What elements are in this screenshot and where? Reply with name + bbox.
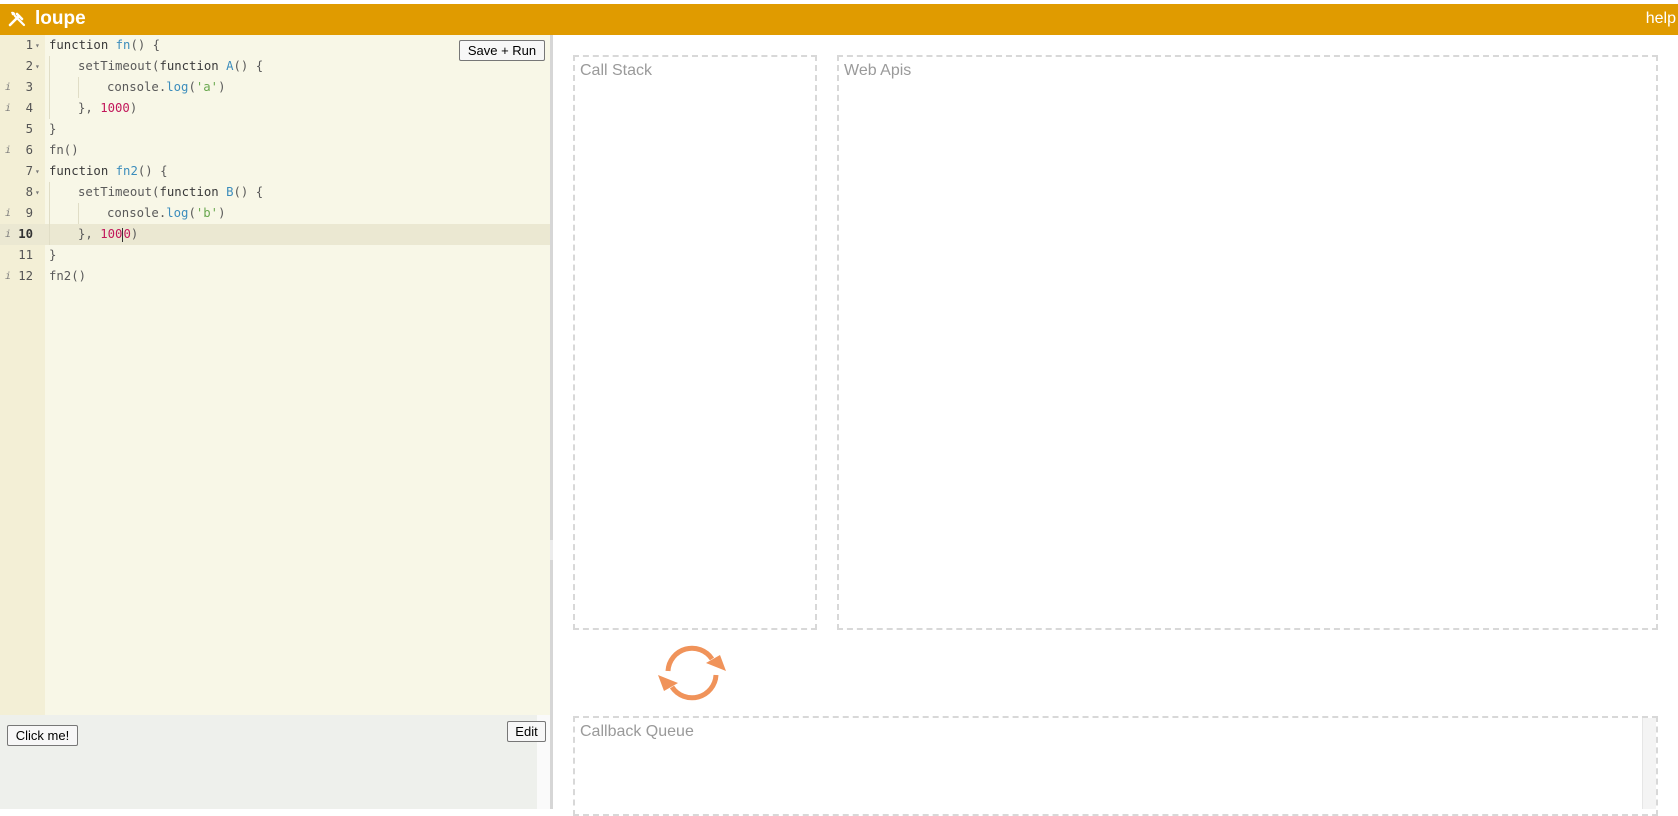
save-run-button[interactable]: Save + Run [459,40,545,61]
code-line[interactable]: 5 } [0,119,550,140]
code-line[interactable]: i 6 fn() [0,140,550,161]
web-apis-panel: Web Apis [837,55,1658,630]
web-apis-title: Web Apis [844,62,912,79]
pane-divider-handle[interactable] [550,540,553,560]
code-line[interactable]: i 4 }, 1000) [0,98,550,119]
code-text: function fn() { [49,38,161,52]
line-number: 5 [25,122,33,136]
code-line[interactable]: 7 ▾ function fn2() { [0,161,550,182]
app-header: loupe help [0,4,1678,35]
code-text: setTimeout(function B() { [78,185,264,199]
click-me-button[interactable]: Click me! [7,725,78,746]
code-line[interactable]: i 12 fn2() [0,266,550,287]
app-logo[interactable]: loupe [8,7,86,31]
line-number: 4 [25,101,33,115]
edit-button[interactable]: Edit [507,721,546,742]
code-text: console.log('b') [107,206,226,220]
indent-guide [49,182,50,203]
line-number: 3 [25,80,33,94]
indent-guide [78,77,79,98]
callback-queue-title: Callback Queue [580,723,694,740]
code-text: setTimeout(function A() { [78,59,264,73]
code-text: fn2() [49,269,87,283]
line-number: 11 [18,248,33,262]
fold-arrow-icon[interactable]: ▾ [35,56,40,77]
call-stack-title: Call Stack [580,62,653,79]
indent-guide [49,98,50,119]
code-text: function fn2() { [49,164,168,178]
indent-guide [49,203,50,224]
line-number: 8 [25,185,33,199]
code-text: }, 1000) [78,227,139,242]
callback-queue-scrollbar[interactable] [1642,718,1656,809]
code-text: fn() [49,143,79,157]
code-line[interactable]: i 9 console.log('b') [0,203,550,224]
line-number: 12 [18,269,33,283]
indent-guide [49,224,50,245]
header-underline [1604,33,1678,35]
line-number: 2 [25,59,33,73]
tools-icon [8,11,26,27]
html-output-pane: Click me! [0,715,538,809]
pane-divider[interactable] [550,35,553,809]
line-number: 6 [25,143,33,157]
fold-arrow-icon[interactable]: ▾ [35,35,40,56]
help-link[interactable]: help [1646,10,1676,28]
code-line[interactable]: 8 ▾ setTimeout(function B() { [0,182,550,203]
code-line[interactable]: i 3 console.log('a') [0,77,550,98]
code-text: console.log('a') [107,80,226,94]
code-text: } [49,122,57,136]
line-number: 10 [18,227,33,241]
refresh-icon [658,645,726,701]
app-name: loupe [35,8,86,29]
fold-arrow-icon[interactable]: ▾ [35,182,40,203]
code-line-active[interactable]: i 10 }, 1000) [0,224,550,245]
code-editor[interactable]: 1 ▾ function fn() { 2 ▾ setTimeout(funct… [0,35,550,715]
callback-queue-panel: Callback Queue [573,716,1658,816]
code-text: } [49,248,57,262]
fold-arrow-icon[interactable]: ▾ [35,161,40,182]
line-number: 9 [25,206,33,220]
call-stack-panel: Call Stack [573,55,817,630]
indent-guide [78,203,79,224]
line-number: 7 [25,164,33,178]
code-text: }, 1000) [78,101,138,115]
code-line[interactable]: 11 } [0,245,550,266]
indent-guide [49,56,50,77]
line-number: 1 [25,38,33,52]
indent-guide [49,77,50,98]
